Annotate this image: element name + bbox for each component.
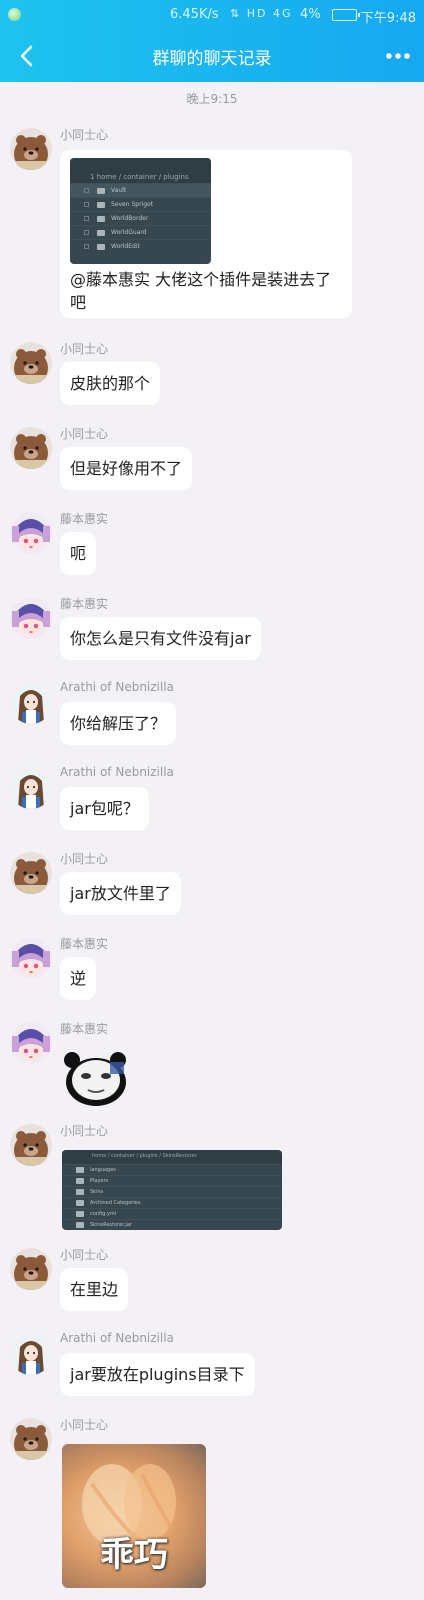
sender-name: 藤本惠实 xyxy=(60,512,109,526)
cat-sticker[interactable]: 乖巧 xyxy=(62,1444,206,1588)
sender-name: Arathi of Nebnizilla xyxy=(60,1331,174,1345)
message-text: 呃 xyxy=(70,544,87,563)
avatar[interactable] xyxy=(10,597,52,639)
message-bubble[interactable]: jar要放在plugins目录下 xyxy=(60,1353,255,1396)
message-bubble[interactable]: jar放文件里了 xyxy=(60,872,181,915)
message-bubble[interactable]: 皮肤的那个 xyxy=(60,362,161,405)
avatar[interactable] xyxy=(10,128,52,170)
folder-icon xyxy=(97,229,105,236)
message-bubble[interactable]: 但是好像用不了 xyxy=(60,447,193,490)
panda-sticker[interactable] xyxy=(62,1048,130,1106)
avatar[interactable] xyxy=(10,342,52,384)
avatar[interactable] xyxy=(10,1124,52,1166)
sender-name: 小同士心 xyxy=(60,128,109,142)
message-bubble[interactable]: 逆 xyxy=(60,957,97,1000)
folder-icon xyxy=(76,1189,84,1195)
message-text: 皮肤的那个 xyxy=(70,374,151,393)
file-row: Archived Categories xyxy=(90,1200,141,1206)
sender-name: 藤本惠实 xyxy=(60,1022,109,1036)
sender-name: Arathi of Nebnizilla xyxy=(60,765,174,779)
battery-percent: 4% xyxy=(300,7,321,22)
avatar[interactable] xyxy=(10,1418,52,1460)
screenshot-image[interactable]: 1 home / container / plugins Vault Seven… xyxy=(70,158,211,264)
sender-name: 小同士心 xyxy=(60,1124,109,1138)
battery-icon xyxy=(332,9,360,21)
message-bubble[interactable]: 你给解压了？ xyxy=(60,702,177,745)
sender-name: 小同士心 xyxy=(60,1418,109,1432)
message-text: 逆 xyxy=(70,969,87,988)
message-bubble[interactable]: 你怎么是只有文件没有jar xyxy=(60,617,261,660)
folder-icon xyxy=(76,1167,84,1173)
sticker-caption: 乖巧 xyxy=(100,1535,168,1575)
sender-name: 小同士心 xyxy=(60,427,109,441)
message-text: @藤本惠实 大佬这个插件是装进去了吧 xyxy=(70,270,332,312)
folder-icon xyxy=(97,215,105,222)
message-text: 但是好像用不了 xyxy=(70,459,183,478)
avatar[interactable] xyxy=(10,682,52,724)
message-text: jar要放在plugins目录下 xyxy=(70,1365,245,1384)
status-bar: 6.45K/s ⇅ HD 4G 4% 下午9:48 xyxy=(0,0,424,30)
sender-name: Arathi of Nebnizilla xyxy=(60,680,174,694)
avatar[interactable] xyxy=(10,1248,52,1290)
sender-name: 小同士心 xyxy=(60,342,109,356)
sender-name: 小同士心 xyxy=(60,1248,109,1262)
message-text: 在里边 xyxy=(70,1280,119,1299)
sender-name: 藤本惠实 xyxy=(60,597,109,611)
message-bubble[interactable]: 在里边 xyxy=(60,1268,129,1311)
more-options-icon[interactable] xyxy=(384,44,412,68)
message-text: 你怎么是只有文件没有jar xyxy=(70,629,251,648)
message-text: jar放文件里了 xyxy=(70,884,171,903)
network-speed: 6.45K/s xyxy=(170,7,219,22)
notification-icon xyxy=(8,8,21,21)
file-row: languages xyxy=(90,1167,116,1173)
sender-name: 藤本惠实 xyxy=(60,937,109,951)
image-filename: 1 home / container / plugins xyxy=(90,173,189,181)
nav-bar: 群聊的聊天记录 xyxy=(0,30,424,82)
image-filename: home / container / plugins / SkinsRestor… xyxy=(92,1153,197,1159)
message-bubble[interactable]: 呃 xyxy=(60,532,97,575)
message-text: jar包呢？ xyxy=(70,799,139,818)
status-time: 下午9:48 xyxy=(360,11,416,26)
screenshot-image[interactable]: home / container / plugins / SkinsRestor… xyxy=(62,1150,282,1230)
avatar[interactable] xyxy=(10,427,52,469)
folder-icon xyxy=(76,1178,84,1184)
avatar[interactable] xyxy=(10,1333,52,1375)
file-icon xyxy=(76,1211,84,1217)
avatar[interactable] xyxy=(10,1022,52,1064)
folder-icon xyxy=(97,201,105,208)
avatar[interactable] xyxy=(10,767,52,809)
avatar[interactable] xyxy=(10,852,52,894)
timestamp-divider: 晚上9:15 xyxy=(186,92,238,106)
avatar[interactable] xyxy=(10,937,52,979)
file-row: SkinsRestorer.jar xyxy=(90,1222,132,1228)
message-text: 你给解压了？ xyxy=(70,714,167,733)
file-row: Players xyxy=(90,1178,109,1184)
file-row: config.yml xyxy=(90,1211,117,1217)
file-row: WorldEdit xyxy=(111,243,140,250)
sender-name: 小同士心 xyxy=(60,852,109,866)
folder-icon xyxy=(97,243,105,250)
file-icon xyxy=(76,1200,84,1206)
avatar[interactable] xyxy=(10,512,52,554)
network-icons: ⇅ HD 4G xyxy=(230,7,293,20)
message-bubble[interactable]: jar包呢？ xyxy=(60,787,149,830)
message-bubble[interactable]: 1 home / container / plugins Vault Seven… xyxy=(60,150,352,318)
page-title: 群聊的聊天记录 xyxy=(152,49,272,69)
file-row: Skins xyxy=(90,1189,104,1195)
file-icon xyxy=(76,1222,84,1228)
